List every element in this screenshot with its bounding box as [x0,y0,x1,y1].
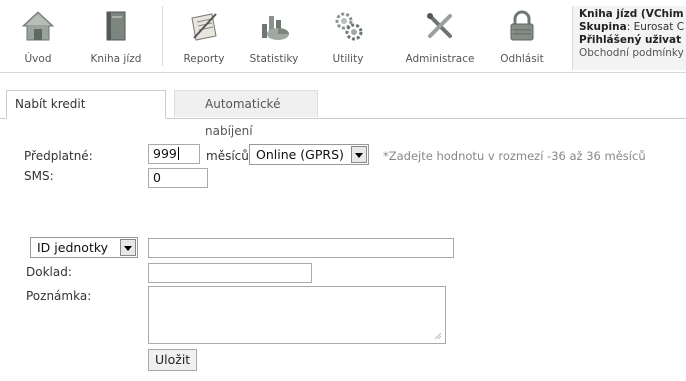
unit-id-input[interactable] [148,238,454,258]
sms-input[interactable]: 0 [148,168,208,188]
mode-select[interactable]: Online (GPRS) [249,144,369,165]
report-icon [191,13,217,41]
nav-label-reports: Reporty [183,53,225,65]
nav-label-logbook: Kniha jízd [90,53,142,65]
text-cursor [177,147,179,160]
tab-bar: Nabít kredit Automatické nabíjení [0,90,686,138]
nav-item-reports[interactable]: Reporty [176,6,232,70]
account-info-panel: Kniha jízd (VChim Skupina: Eurosat C Při… [572,6,686,70]
tools-icon [427,13,452,38]
note-textarea[interactable] [148,286,446,344]
nav-label-home: Úvod [24,53,52,65]
range-hint: *Zadejte hodnotu v rozmezí -36 až 36 měs… [383,149,646,163]
id-type-select[interactable]: ID jednotky [30,237,138,258]
nav-label-statistics: Statistiky [249,53,299,65]
app-title: Kniha jízd (VChim [579,8,684,20]
nav-item-administration[interactable]: Administrace [402,6,478,70]
nav-label-utility: Utility [332,53,364,65]
nav-label-logout: Odhlásit [500,53,544,65]
sms-value: 0 [153,170,161,185]
document-input[interactable] [148,263,312,283]
nav-item-home[interactable]: Úvod [14,6,62,70]
note-label: Poznámka: [26,289,92,303]
tab-recharge-credit[interactable]: Nabít kredit [6,90,166,119]
nav-item-logbook[interactable]: Kniha jízd [84,6,148,70]
save-button[interactable]: Uložit [148,349,198,371]
top-navigation-bar: Úvod Kniha jízd Reporty Statistiky Utili… [0,0,686,73]
subscription-value: 999 [153,146,177,161]
document-label: Doklad: [26,265,72,279]
group-label: Skupina [579,21,627,33]
nav-separator [162,6,163,66]
nav-label-administration: Administrace [405,53,475,65]
sms-label: SMS: [24,169,54,183]
nav-item-utility[interactable]: Utility [322,6,374,70]
statistics-icon [262,16,289,40]
tab-automatic-recharge[interactable]: Automatické nabíjení [174,90,318,138]
gears-icon [335,12,363,41]
book-icon [106,11,126,41]
group-value: : Eurosat C [626,21,685,33]
terms-link[interactable]: Obchodní podmínky [579,47,684,59]
subscription-label: Předplatné: [24,149,93,163]
nav-item-statistics[interactable]: Statistiky [244,6,304,70]
chevron-down-icon [351,146,367,163]
nav-item-logout[interactable]: Odhlásit [492,6,552,70]
mode-select-value: Online (GPRS) [256,147,344,162]
resize-grip-icon[interactable] [434,332,442,340]
chevron-down-icon [120,239,136,256]
months-label: měsíců [206,149,249,163]
subscription-input[interactable]: 999 [148,144,200,164]
home-icon [21,11,55,41]
logged-user-label: Přihlášený uživat [579,34,682,46]
id-type-select-value: ID jednotky [37,240,109,255]
lock-icon [510,10,534,41]
